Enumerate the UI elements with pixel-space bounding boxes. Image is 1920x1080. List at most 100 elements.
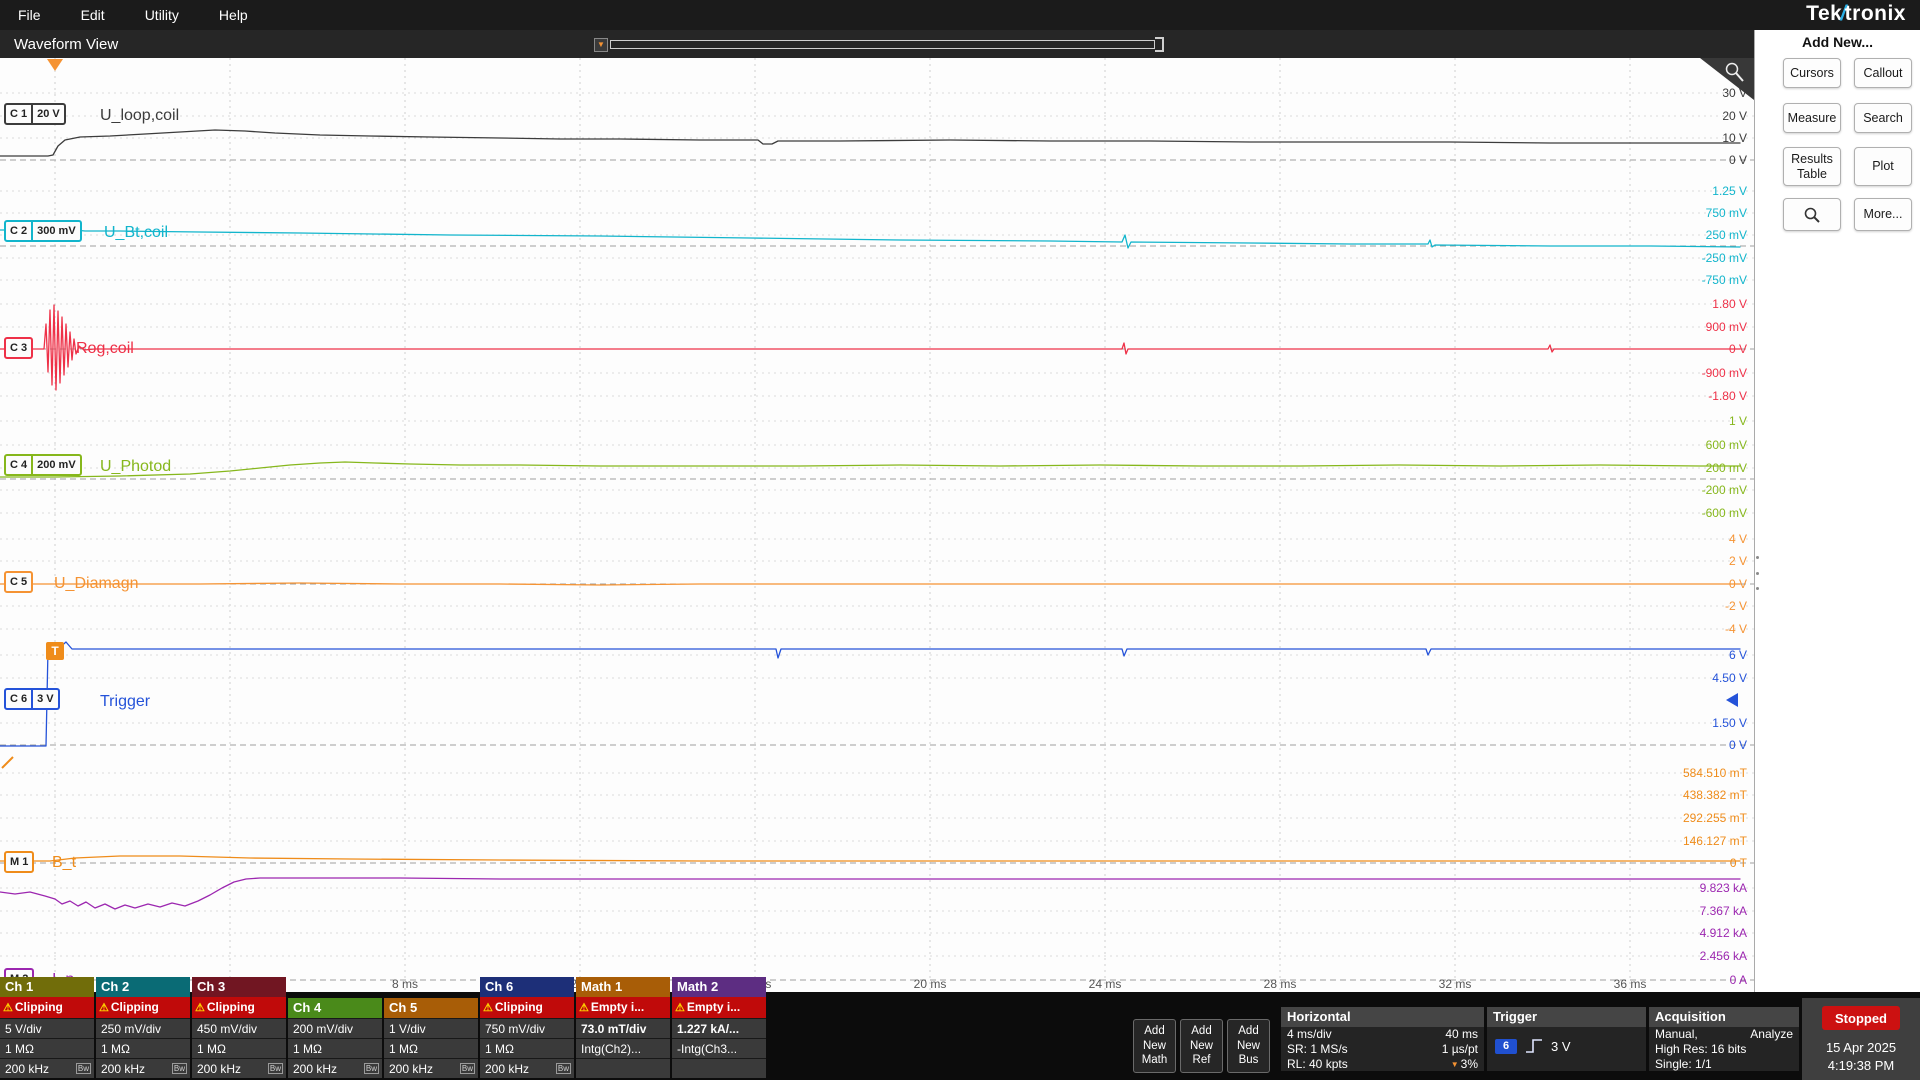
waveform-plot[interactable]: 8 ms12 ms16 ms20 ms24 ms28 ms32 ms36 ms3… [0,58,1754,992]
footer-badge-row: Intg(Ch2)... [576,1038,670,1058]
channel-label-m1: B_t [52,854,77,871]
footer-badge-ch-6[interactable]: Ch 6 ⚠ Clipping 750 mV/div 1 MΩ 200 kHz Bᴡ [480,977,574,1078]
date-label: 15 Apr 2025 [1825,1040,1897,1055]
footer-badge-header: Ch 5 [384,998,478,1018]
sidebar-button-callout[interactable]: Callout [1854,58,1912,88]
time-axis-label: 8 ms [392,977,418,991]
scale-label-m2: 4.912 kA [1700,926,1747,940]
horizontal-title: Horizontal [1281,1007,1484,1027]
scale-label-m2: 9.823 kA [1700,881,1747,895]
time-axis-label: 32 ms [1439,977,1472,991]
scale-label-m1: 584.510 mT [1683,766,1748,780]
channel-label-c4: U_Photod [100,458,171,475]
acq-resolution: High Res: 16 bits [1655,1042,1747,1056]
record-bar[interactable] [610,40,1155,49]
scale-label-c6: 1.50 V [1712,716,1747,730]
footer-badge-row: 200 mV/div [288,1018,382,1038]
bandwidth-limit-icon: Bᴡ [459,1063,475,1074]
footer-badge-ch-2[interactable]: Ch 2 ⚠ Clipping 250 mV/div 1 MΩ 200 kHz Bᴡ [96,977,190,1078]
time-axis-label: 36 ms [1614,977,1647,991]
trigger-level-arrow[interactable] [1726,693,1738,707]
footer-badge-ch-3[interactable]: Ch 3 ⚠ Clipping 450 mV/div 1 MΩ 200 kHz Bᴡ [192,977,286,1078]
clipping-warning: ⚠ Empty i... [672,997,766,1018]
record-view-scrollbar[interactable]: ▼ [594,37,1164,52]
trigger-panel[interactable]: Trigger 6 3 V [1487,1007,1646,1071]
menu-items: File Edit Utility Help [0,7,248,23]
horizontal-panel[interactable]: Horizontal 4 ms/div 40 ms SR: 1 MS/s 1 µs/… [1281,1007,1484,1071]
scale-label-c5: 2 V [1729,554,1747,568]
channel-badge-c5[interactable]: C 5 [4,571,34,593]
trigger-title: Trigger [1487,1007,1646,1027]
scale-label-m2: 7.367 kA [1700,904,1747,918]
sidebar-button-measure[interactable]: Measure [1783,103,1841,133]
channel-badge-m1[interactable]: M 1 [4,851,35,873]
scale-label-c6: 6 V [1729,648,1747,662]
warning-icon: ⚠ [483,1002,493,1014]
acquisition-title: Acquisition [1649,1007,1799,1027]
scale-label-c1: 0 V [1729,153,1747,167]
trigger-position-percent: 3% [1460,1057,1478,1071]
clipping-warning: ⚠ Clipping [192,997,286,1018]
trigger-position-icon: ▼ [1450,1060,1459,1069]
sample-interval: 1 µs/pt [1441,1042,1478,1056]
footer-badge-row: 750 mV/div [480,1018,574,1038]
run-stop-button[interactable]: Stopped [1822,1006,1900,1030]
channel-badge-c2[interactable]: C 2 300 mV [4,220,82,242]
footer-badge-ch-4[interactable]: Ch 4 200 mV/div 1 MΩ 200 kHz Bᴡ [288,998,382,1078]
footer-badge-row: 73.0 mT/div [576,1018,670,1038]
oscilloscope-app: File Edit Utility Help Tek/tronix Waveform … [0,0,1920,1080]
clipping-warning: ⚠ Empty i... [576,997,670,1018]
menu-edit[interactable]: Edit [81,7,105,23]
top-menu-bar: File Edit Utility Help Tek/tronix [0,0,1920,30]
footer-badge-row: 250 mV/div [96,1018,190,1038]
acquisition-panel[interactable]: Acquisition Manual, Analyze High Res: 16 … [1649,1007,1799,1071]
zoom-button[interactable] [1783,198,1841,231]
trigger-source-marker[interactable]: T [46,642,64,660]
channel-badge-c3[interactable]: C 3 [4,337,34,359]
sidebar-button-search[interactable]: Search [1854,103,1912,133]
menu-file[interactable]: File [18,7,41,23]
add-new-math-button[interactable]: Add New Math [1133,1019,1176,1073]
scale-label-c4: 1 V [1729,414,1747,428]
horizontal-scale: 4 ms/div [1287,1027,1332,1041]
bandwidth-limit-icon: Bᴡ [555,1063,571,1074]
footer-badge-row: 200 kHz Bᴡ [96,1058,190,1078]
menu-utility[interactable]: Utility [145,7,179,23]
footer-badge-row: 1 MΩ [288,1038,382,1058]
run-status-block: Stopped 15 Apr 2025 4:19:38 PM [1802,998,1920,1080]
channel-badge-c6[interactable]: C 63 V [4,688,60,710]
sidebar-button-cursors[interactable]: Cursors [1783,58,1841,88]
channel-label-c6: Trigger [100,693,151,710]
footer-badge-row: 1 V/div [384,1018,478,1038]
menu-help[interactable]: Help [219,7,248,23]
panel-splitter[interactable] [1755,556,1760,590]
add-new-bus-button[interactable]: Add New Bus [1227,1019,1270,1073]
footer-badge-row [576,1058,670,1078]
scale-label-c4: -600 mV [1702,506,1747,520]
add-new-ref-button[interactable]: Add New Ref [1180,1019,1223,1073]
trace-c5 [0,582,1741,586]
channel-badge-c1[interactable]: C 1 20 V [4,103,66,125]
more-button[interactable]: More... [1854,198,1912,231]
footer-badge-row: 1 MΩ [480,1038,574,1058]
sidebar-button-results-table[interactable]: Results Table [1783,147,1841,186]
sidebar-button-plot[interactable]: Plot [1854,147,1912,186]
expansion-point-icon[interactable]: ▼ [594,37,608,52]
channel-badge-c4[interactable]: C 4 200 mV [4,454,82,476]
footer-badge-math-1[interactable]: Math 1 ⚠ Empty i... 73.0 mT/div Intg(Ch2)... [576,977,670,1078]
footer-badge-row: -Intg(Ch3... [672,1038,766,1058]
footer-badge-math-2[interactable]: Math 2 ⚠ Empty i... 1.227 kA/... -Intg(Ch3..… [672,977,766,1078]
warning-icon: ⚠ [195,1002,205,1014]
trace-c2 [0,224,1741,249]
scale-label-c2: 250 mV [1706,228,1747,242]
footer-badge-ch-5[interactable]: Ch 51 V/div 1 MΩ 200 kHz Bᴡ [384,998,478,1078]
footer-badge-ch-1[interactable]: Ch 1 ⚠ Clipping 5 V/div 1 MΩ 200 kHz Bᴡ [0,977,94,1078]
view-title: Waveform View [14,35,119,53]
math1-ground-marker [1,756,14,769]
footer-bar: Ch 1 ⚠ Clipping 5 V/div 1 MΩ 200 kHz Bᴡ Ch 2 ⚠ Cl… [0,977,1920,1080]
trigger-position-marker[interactable] [47,59,63,71]
scale-label-c2: 750 mV [1706,206,1747,220]
waveform-plot-area[interactable]: 8 ms12 ms16 ms20 ms24 ms28 ms32 ms36 ms3… [0,58,1754,992]
time-axis-label: 20 ms [914,977,947,991]
footer-badge-row: 200 kHz Bᴡ [480,1058,574,1078]
